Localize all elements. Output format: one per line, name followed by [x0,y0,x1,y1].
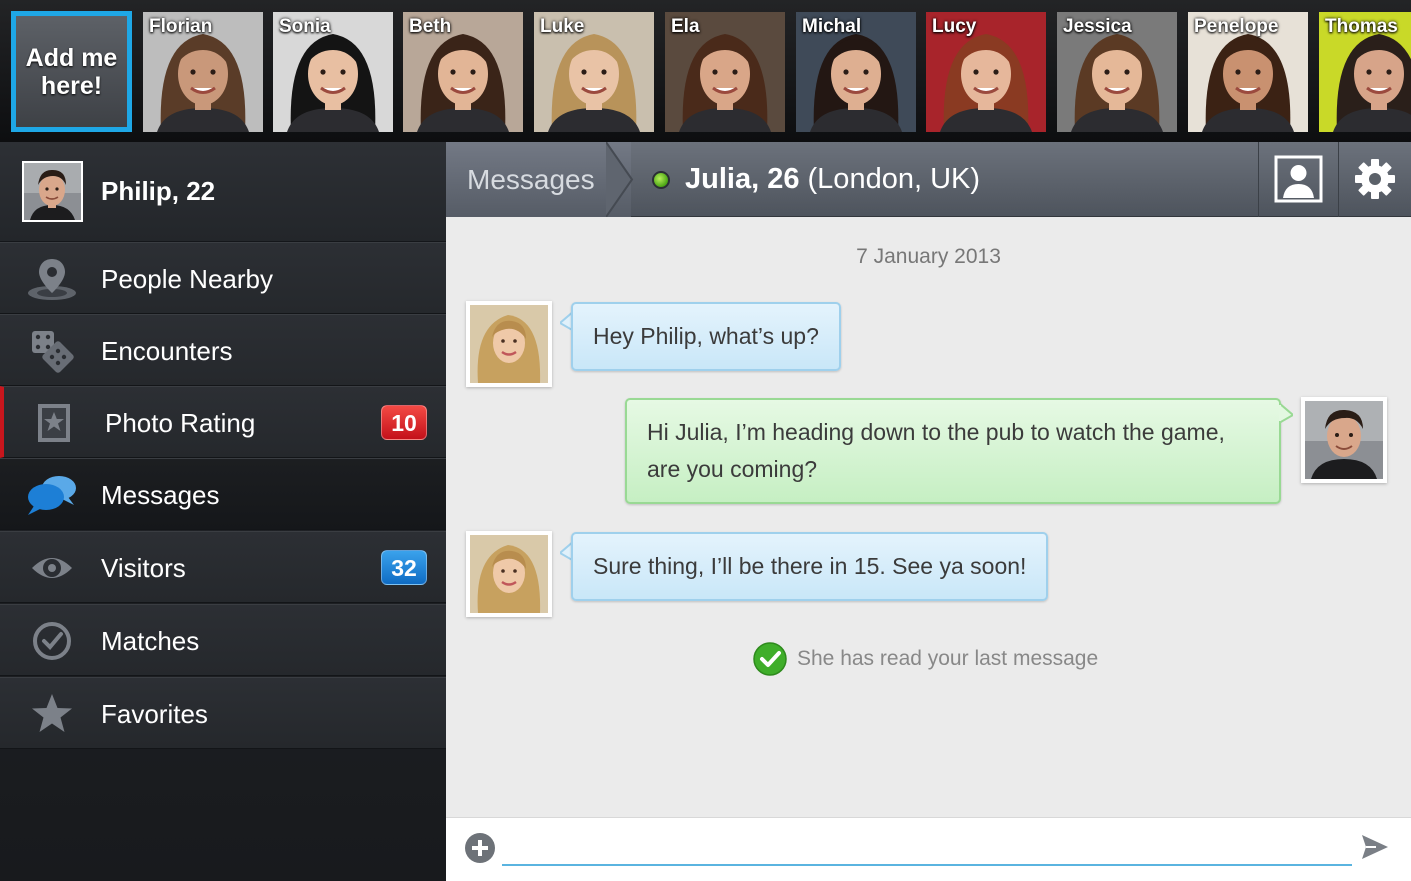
person-name: Penelope [1194,16,1279,37]
sidebar-item-label: Photo Rating [105,408,256,438]
person-name: Michal [802,16,862,37]
person-tile-beth[interactable]: Beth [403,12,523,132]
people-strip: Add me here! Florian Sonia Beth Luke Ela Mich… [0,0,1411,142]
sidebar-item-photo-rating[interactable]: Photo Rating 10 [0,386,446,458]
julia-avatar[interactable] [466,531,552,617]
sidebar-item-people-nearby[interactable]: People Nearby [0,242,446,314]
sidebar-item-label: People Nearby [101,264,273,294]
star-photo-icon [30,401,82,445]
sidebar: Philip, 22 People Nearby Encounters Phot… [0,142,446,881]
message-composer [446,817,1411,881]
person-name: Thomas [1325,16,1398,37]
message-bubble-incoming: Hey Philip, what’s up? [571,302,841,371]
dice-icon [26,329,78,373]
sidebar-item-visitors[interactable]: Visitors 32 [0,531,446,603]
own-profile-name: Philip, 22 [101,176,216,206]
person-tile-ela[interactable]: Ela [665,12,785,132]
person-name: Ela [671,16,700,37]
sidebar-item-label: Messages [101,480,220,510]
chat-partner-title: Julia, 26 (London, UK) [685,163,980,196]
visitors-count-badge: 32 [381,550,427,585]
person-tile-penelope[interactable]: Penelope [1188,12,1308,132]
profile-icon [1274,155,1323,203]
sidebar-item-label: Encounters [101,336,233,366]
bubble-tail [1279,403,1293,425]
add-me-button[interactable]: Add me here! [11,11,132,132]
person-name: Luke [540,16,585,37]
settings-button[interactable] [1338,142,1411,217]
person-name: Sonia [279,16,331,37]
read-check-icon [753,642,787,676]
check-circle-icon [26,619,78,663]
date-separator: 7 January 2013 [856,245,1001,268]
read-receipt: She has read your last message [753,642,1098,676]
person-tile-florian[interactable]: Florian [143,12,263,132]
sidebar-item-label: Visitors [101,553,186,583]
chat-partner-name: Julia, 26 [685,163,800,195]
messages-back-button[interactable]: Messages [446,142,631,217]
person-tile-jessica[interactable]: Jessica [1057,12,1177,132]
star-icon [26,692,78,736]
person-tile-luke[interactable]: Luke [534,12,654,132]
person-name: Lucy [932,16,977,37]
person-name: Beth [409,16,452,37]
julia-avatar[interactable] [466,301,552,387]
person-tile-sonia[interactable]: Sonia [273,12,393,132]
sidebar-item-messages[interactable]: Messages [0,458,446,530]
sidebar-item-encounters[interactable]: Encounters [0,314,446,386]
sidebar-item-label: Favorites [101,699,208,729]
message-bubble-outgoing: Hi Julia, I’m heading down to the pub to… [625,398,1281,504]
own-avatar [22,161,83,222]
attach-plus-icon[interactable] [464,832,496,864]
person-tile-thomas[interactable]: Thomas [1319,12,1411,132]
person-name: Florian [149,16,213,37]
philip-avatar[interactable] [1301,397,1387,483]
breadcrumb-arrow-icon [606,142,634,217]
gear-icon [1355,159,1395,199]
person-tile-michal[interactable]: Michal [796,12,916,132]
eye-icon [26,546,78,590]
sidebar-item-label: Matches [101,626,200,656]
chat-partner-location: (London, UK) [799,163,981,195]
online-status-icon [652,171,670,189]
own-profile[interactable]: Philip, 22 [0,142,446,242]
conversation-pane: 7 January 2013 Hey Philip, what’s up? Hi… [446,217,1411,817]
person-name: Jessica [1063,16,1132,37]
back-label: Messages [467,164,595,195]
sidebar-item-matches[interactable]: Matches [0,604,446,676]
read-receipt-text: She has read your last message [797,647,1099,670]
chat-header: Messages Julia, 26 (London, UK) [446,142,1411,217]
view-profile-button[interactable] [1258,142,1338,217]
send-icon[interactable] [1360,832,1390,862]
photo-rating-count-badge: 10 [381,405,427,440]
message-input[interactable] [502,826,1352,866]
message-bubble-incoming: Sure thing, I’ll be there in 15. See ya … [571,532,1049,601]
sidebar-item-favorites[interactable]: Favorites [0,677,446,749]
person-tile-lucy[interactable]: Lucy [926,12,1046,132]
location-pin-icon [26,257,78,301]
chat-bubbles-icon [26,473,78,517]
